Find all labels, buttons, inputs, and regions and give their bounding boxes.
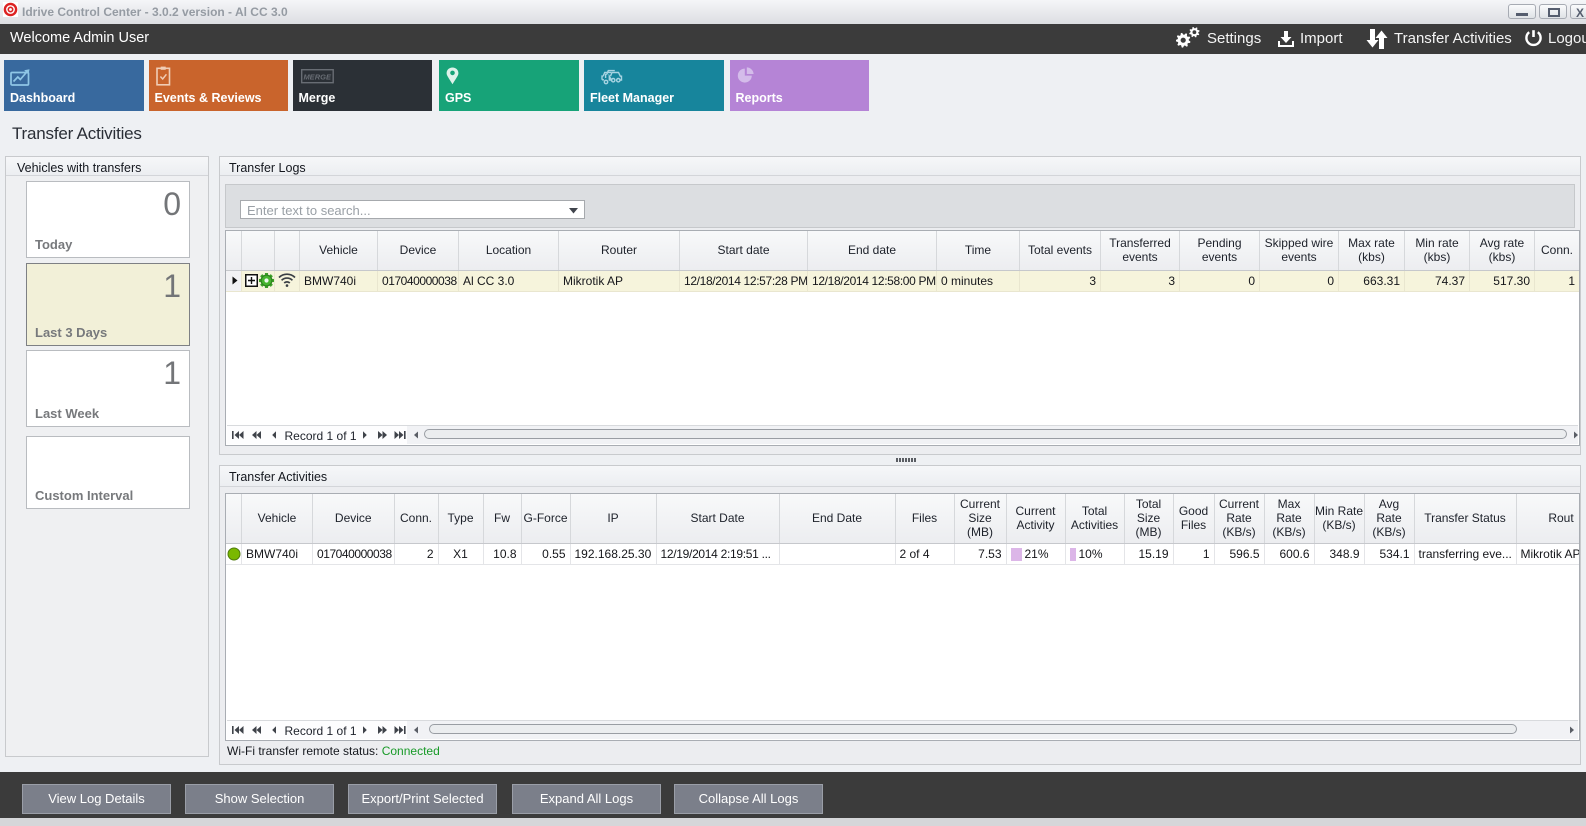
svg-text:MERGE: MERGE <box>303 72 332 81</box>
